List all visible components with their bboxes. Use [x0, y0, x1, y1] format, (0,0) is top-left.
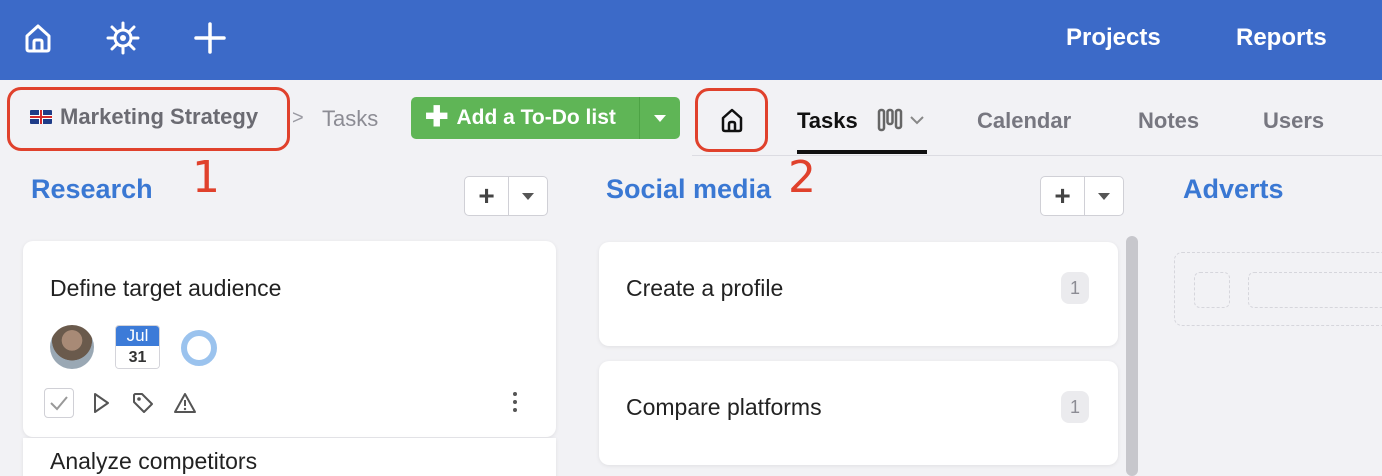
column-scrollbar[interactable] [1126, 236, 1138, 476]
annotation-box-2 [695, 88, 768, 152]
active-tab-indicator [797, 150, 927, 154]
nav-projects-link[interactable]: Projects [1066, 24, 1161, 52]
add-todo-list-main[interactable]: ✚ Add a To-Do list [411, 97, 639, 139]
helm-icon[interactable] [103, 18, 143, 58]
chevron-down-icon [654, 114, 666, 122]
breadcrumb-separator: > [292, 107, 304, 129]
annotation-box-1 [7, 87, 290, 151]
task-card[interactable]: Analyze competitors [23, 438, 556, 476]
task-title[interactable]: Create a profile [626, 275, 783, 302]
nav-reports-link[interactable]: Reports [1236, 24, 1327, 52]
chevron-down-icon [1098, 192, 1110, 200]
plus-icon: ✚ [425, 101, 449, 132]
due-date-day: 31 [116, 346, 159, 368]
task-card[interactable]: Create a profile 1 [599, 242, 1118, 346]
annotation-number-1: 1 [192, 152, 220, 203]
avatar[interactable] [50, 325, 94, 369]
add-task-button[interactable]: + [1041, 177, 1085, 215]
warning-icon[interactable] [170, 388, 200, 418]
home-icon[interactable] [18, 18, 58, 58]
column-actions-social-media: + [1040, 176, 1124, 216]
chevron-down-icon [910, 116, 924, 125]
add-task-button[interactable]: + [465, 177, 509, 215]
column-menu-button[interactable] [1085, 177, 1123, 215]
tag-icon[interactable] [128, 388, 158, 418]
task-title[interactable]: Analyze competitors [50, 448, 257, 475]
add-todo-list-label: Add a To-Do list [456, 106, 616, 129]
comment-count-badge: 1 [1061, 391, 1089, 423]
column-title-social-media[interactable]: Social media [606, 174, 771, 205]
comment-count-badge: 1 [1061, 272, 1089, 304]
task-title[interactable]: Compare platforms [626, 394, 822, 421]
task-card[interactable]: Compare platforms 1 [599, 361, 1118, 465]
tab-calendar[interactable]: Calendar [977, 108, 1071, 134]
breadcrumb-current: Tasks [322, 106, 379, 131]
task-title[interactable]: Define target audience [50, 275, 281, 302]
tab-notes[interactable]: Notes [1138, 108, 1199, 134]
play-icon[interactable] [86, 388, 116, 418]
due-date-badge[interactable]: Jul 31 [115, 325, 160, 369]
add-todo-list-button: ✚ Add a To-Do list [411, 97, 680, 139]
check-icon[interactable] [44, 388, 74, 418]
add-todo-list-dropdown[interactable] [640, 97, 680, 139]
plus-icon[interactable] [190, 18, 230, 58]
due-date-month: Jul [116, 326, 159, 346]
tab-users[interactable]: Users [1263, 108, 1324, 134]
placeholder-text [1248, 272, 1382, 308]
annotation-number-2: 2 [788, 152, 816, 203]
progress-ring [181, 330, 217, 366]
column-menu-button[interactable] [509, 177, 547, 215]
column-title-adverts[interactable]: Adverts [1183, 174, 1284, 205]
top-navigation-bar: Projects Reports [0, 0, 1382, 80]
board-view-selector[interactable] [877, 108, 925, 132]
placeholder-icon [1194, 272, 1230, 308]
task-card-tools [44, 388, 200, 418]
board-view-icon [877, 108, 903, 132]
tab-tasks[interactable]: Tasks [797, 108, 858, 134]
chevron-down-icon [522, 192, 534, 200]
more-vertical-icon[interactable] [505, 388, 525, 416]
column-actions-research: + [464, 176, 548, 216]
column-title-research[interactable]: Research [31, 174, 153, 205]
